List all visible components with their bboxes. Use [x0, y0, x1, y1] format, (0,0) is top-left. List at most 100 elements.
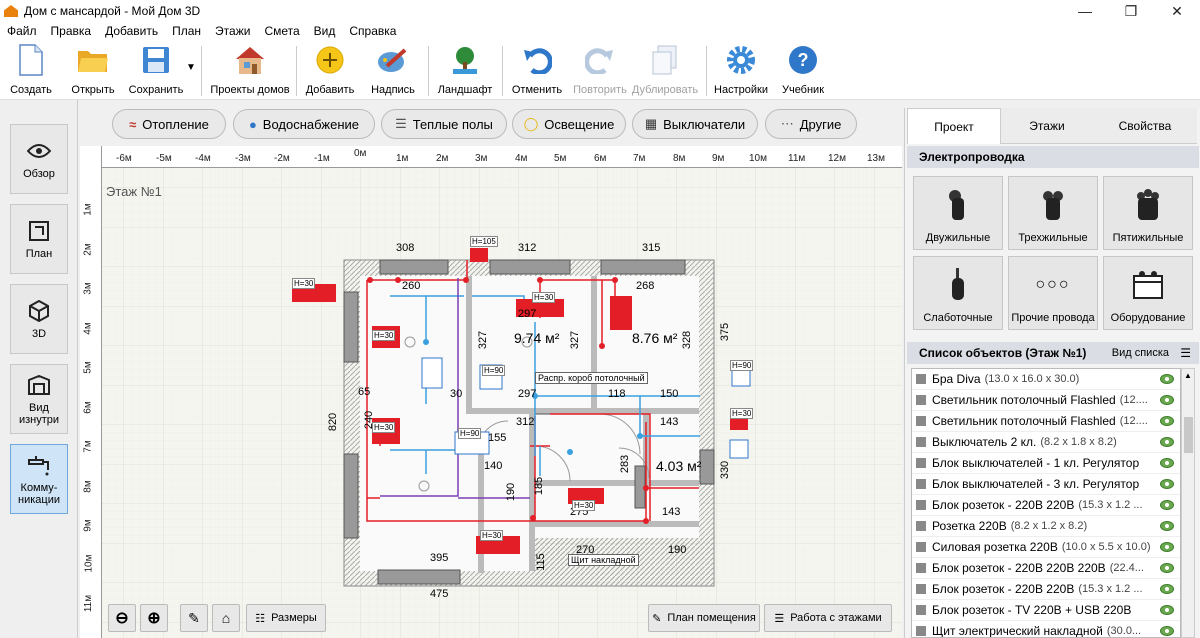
duplicate-icon: [649, 44, 681, 76]
menu-estimate[interactable]: Смета: [257, 24, 306, 38]
floors-work-button[interactable]: ☰ Работа с этажами: [764, 604, 892, 632]
house-projects-button[interactable]: Проекты домов: [208, 44, 292, 98]
duplicate-button[interactable]: Дублировать: [630, 44, 700, 98]
menu-edit[interactable]: Правка: [44, 24, 99, 38]
redo-button[interactable]: Повторить: [570, 44, 630, 98]
list-item[interactable]: Блок выключателей - 3 кл. Регулятор: [912, 474, 1180, 495]
room-plan-button[interactable]: ✎ План помещения: [648, 604, 760, 632]
wire-threecore-button[interactable]: Трехжильные: [1008, 176, 1098, 250]
visibility-eye-icon[interactable]: [1160, 605, 1174, 615]
equipment-button[interactable]: Оборудование: [1103, 256, 1193, 330]
visibility-eye-icon[interactable]: [1160, 563, 1174, 573]
list-item[interactable]: Бра Diva (13.0 x 16.0 x 30.0): [912, 369, 1180, 390]
visibility-eye-icon[interactable]: [1160, 626, 1174, 636]
open-button[interactable]: Открыть: [68, 44, 118, 98]
visibility-eye-icon[interactable]: [1160, 479, 1174, 489]
create-button[interactable]: Создать: [8, 44, 54, 98]
wire-fivecore-button[interactable]: Пятижильные: [1103, 176, 1193, 250]
menu-view[interactable]: Вид: [307, 24, 343, 38]
save-dropdown-arrow-icon[interactable]: ▼: [186, 62, 196, 73]
tab-project[interactable]: Проект: [907, 108, 1001, 144]
list-item[interactable]: Выключатель 2 кл. (8.2 x 1.8 x 8.2): [912, 432, 1180, 453]
communications-button[interactable]: Комму-никации: [10, 444, 68, 514]
heating-icon: ≈: [129, 116, 137, 132]
minimize-button[interactable]: —: [1062, 0, 1108, 22]
list-item[interactable]: Блок розеток - TV 220В + USB 220В: [912, 600, 1180, 621]
tutorial-button[interactable]: ? Учебник: [776, 44, 830, 98]
zoom-in-icon: ⊕: [147, 610, 161, 627]
ruler-icon: ✎: [188, 609, 200, 626]
list-item[interactable]: Блок розеток - 220В 220В 220В (22.4...: [912, 558, 1180, 579]
sizes-button[interactable]: ☷ Размеры: [246, 604, 326, 632]
list-item[interactable]: Светильник потолочный Flashled (12....: [912, 390, 1180, 411]
house-icon: [234, 44, 266, 76]
label-button[interactable]: Надпись: [366, 44, 420, 98]
layers-icon: ☰: [774, 612, 785, 625]
view-list-toggle[interactable]: Вид списка: [1112, 347, 1169, 359]
undo-button[interactable]: Отменить: [508, 44, 566, 98]
object-list[interactable]: Бра Diva (13.0 x 16.0 x 30.0) Светильник …: [911, 368, 1181, 638]
list-item[interactable]: Щит электрический накладной (30.0...: [912, 621, 1180, 637]
add-button[interactable]: Добавить: [304, 44, 356, 98]
wire-lowcurrent-button[interactable]: Слаботочные: [913, 256, 1003, 330]
home-icon: ⌂: [221, 610, 231, 626]
overview-button[interactable]: Обзор: [10, 124, 68, 194]
heating-pill[interactable]: ≈ Отопление: [112, 109, 226, 139]
visibility-eye-icon[interactable]: [1160, 500, 1174, 510]
wire-twocore-button[interactable]: Двужильные: [913, 176, 1003, 250]
zoom-in-button[interactable]: ⊕: [140, 604, 168, 632]
menu-add[interactable]: Добавить: [98, 24, 165, 38]
visibility-eye-icon[interactable]: [1160, 542, 1174, 552]
visibility-eye-icon[interactable]: [1160, 374, 1174, 384]
zoom-out-button[interactable]: ⊖: [108, 604, 136, 632]
list-view-icon[interactable]: ☰: [1180, 346, 1191, 360]
list-item[interactable]: Блок розеток - 220В 220В (15.3 x 1.2 ...: [912, 495, 1180, 516]
water-pill[interactable]: ● Водоснабжение: [233, 109, 375, 139]
new-file-icon: [15, 44, 47, 76]
menu-help[interactable]: Справка: [342, 24, 403, 38]
list-item[interactable]: Блок розеток - 220В 220В (15.3 x 1.2 ...: [912, 579, 1180, 600]
object-icon: [916, 416, 926, 426]
inside-view-button[interactable]: Вид изнутри: [10, 364, 68, 434]
visibility-eye-icon[interactable]: [1160, 437, 1174, 447]
menu-floors[interactable]: Этажи: [208, 24, 257, 38]
list-item[interactable]: Розетка 220В (8.2 x 1.2 x 8.2): [912, 516, 1180, 537]
visibility-eye-icon[interactable]: [1160, 416, 1174, 426]
plan-button[interactable]: План: [10, 204, 68, 274]
scroll-thumb[interactable]: [1184, 417, 1193, 453]
floor-heating-pill[interactable]: ☰ Теплые полы: [381, 109, 507, 139]
menu-file[interactable]: Файл: [0, 24, 44, 38]
switches-pill[interactable]: ▦ Выключатели: [632, 109, 758, 139]
plan-canvas[interactable]: -6м -5м -4м -3м -2м -1м 0м 1м 2м 3м 4м 5…: [80, 146, 902, 638]
close-button[interactable]: ✕: [1154, 0, 1200, 22]
object-list-scrollbar[interactable]: ▲: [1181, 368, 1195, 638]
other-pill[interactable]: ⋯ Другие: [765, 109, 857, 139]
list-item[interactable]: Светильник потолочный Flashled (12....: [912, 411, 1180, 432]
dim-label: 143: [660, 416, 679, 428]
tab-properties[interactable]: Свойства: [1093, 108, 1197, 144]
settings-button[interactable]: Настройки: [712, 44, 770, 98]
plan-drawing[interactable]: [80, 146, 902, 638]
svg-text:?: ?: [798, 50, 809, 70]
visibility-eye-icon[interactable]: [1160, 395, 1174, 405]
lighting-pill[interactable]: ◯ Освещение: [512, 109, 626, 139]
zoom-out-icon: ⊖: [115, 610, 129, 627]
home-button[interactable]: ⌂: [212, 604, 240, 632]
wire-other-button[interactable]: ○○○ Прочие провода: [1008, 256, 1098, 330]
save-button[interactable]: Сохранить: [126, 44, 186, 98]
view-3d-button[interactable]: 3D: [10, 284, 68, 354]
five-core-cable-icon: [1133, 177, 1163, 232]
ruler-button[interactable]: ✎: [180, 604, 208, 632]
list-item[interactable]: Силовая розетка 220В (10.0 x 5.5 x 10.0): [912, 537, 1180, 558]
maximize-button[interactable]: ❐: [1108, 0, 1154, 22]
visibility-eye-icon[interactable]: [1160, 521, 1174, 531]
menu-plan[interactable]: План: [165, 24, 208, 38]
landscape-button[interactable]: Ландшафт: [434, 44, 496, 98]
dim-label: 315: [642, 242, 661, 254]
tab-floors[interactable]: Этажи: [1001, 108, 1093, 144]
visibility-eye-icon[interactable]: [1160, 458, 1174, 468]
objects-section-header: Список объектов (Этаж №1) Вид списка ☰: [907, 342, 1199, 364]
visibility-eye-icon[interactable]: [1160, 584, 1174, 594]
list-item[interactable]: Блок выключателей - 1 кл. Регулятор: [912, 453, 1180, 474]
scroll-up-arrow-icon[interactable]: ▲: [1184, 371, 1192, 380]
